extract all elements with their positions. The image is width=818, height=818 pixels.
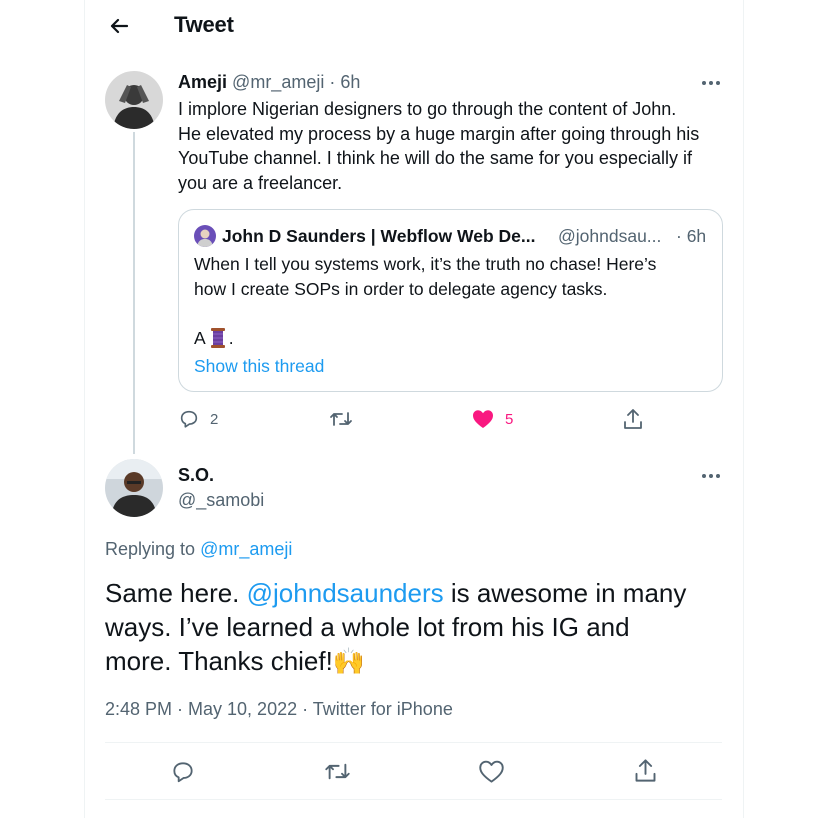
- retweet-button[interactable]: [324, 759, 351, 784]
- author-name[interactable]: Ameji: [178, 72, 227, 92]
- more-icon: [702, 474, 706, 478]
- reply-count: 2: [210, 410, 219, 428]
- tweet-timestamp[interactable]: 2:48 PM · May 10, 2022 · Twitter for iPh…: [105, 699, 453, 720]
- quote-text-line: When I tell you systems work, it’s the t…: [194, 254, 657, 274]
- tweet-line: you are a freelancer.: [178, 172, 343, 193]
- like-icon: [479, 760, 504, 783]
- avatar-photo: [105, 71, 163, 129]
- quote-header: John D Saunders | Webflow Web De...: [222, 226, 535, 247]
- share-button[interactable]: [633, 757, 658, 784]
- reply-icon: [180, 410, 198, 428]
- share-button[interactable]: [622, 407, 644, 431]
- quote-text-line: A .: [194, 327, 234, 349]
- quote-author-name: John D Saunders | Webflow Web De...: [222, 226, 536, 246]
- share-icon: [624, 409, 642, 429]
- tweet-line: Same here. @johndsaunders is awesome in …: [105, 576, 725, 610]
- author-name[interactable]: S.O.: [178, 465, 214, 486]
- parent-tweet-header: Ameji @mr_ameji · 6h: [178, 72, 360, 93]
- tweet-text-segment: is awesome in many: [450, 578, 687, 608]
- divider: [105, 742, 722, 743]
- avatar[interactable]: [105, 459, 163, 517]
- like-icon: [473, 410, 493, 428]
- replying-label: Replying to: [105, 539, 196, 559]
- tweet-text-segment: more. Thanks chief!: [105, 646, 333, 676]
- avatar[interactable]: [105, 71, 163, 129]
- retweet-icon: [330, 412, 352, 426]
- author-handle[interactable]: @mr_ameji: [232, 72, 324, 92]
- back-button[interactable]: [105, 12, 133, 40]
- author-handle[interactable]: @_samobi: [178, 490, 264, 511]
- like-button[interactable]: 5: [471, 408, 513, 430]
- tweet-line: I implore Nigerian designers to go throu…: [178, 99, 677, 119]
- reply-button[interactable]: 2: [178, 408, 218, 430]
- tweet-line: more. Thanks chief!🙌: [105, 644, 725, 678]
- parent-tweet-text: I implore Nigerian designers to go throu…: [178, 97, 738, 195]
- tweet-line: ways. I’ve learned a whole lot from his …: [105, 612, 630, 642]
- quote-time: · 6h: [676, 226, 707, 246]
- reply-button[interactable]: [170, 759, 196, 785]
- mention-link[interactable]: @johndsaunders: [247, 578, 444, 608]
- header: Tweet: [85, 0, 743, 52]
- page-title: Tweet: [174, 12, 234, 37]
- more-button[interactable]: [699, 71, 723, 95]
- divider: [105, 799, 722, 800]
- replying-handle-link[interactable]: @mr_ameji: [200, 539, 292, 559]
- quoted-tweet-card[interactable]: John D Saunders | Webflow Web De... @joh…: [178, 209, 723, 392]
- thread-connector: [133, 132, 135, 454]
- more-button[interactable]: [699, 464, 723, 488]
- tweet-time[interactable]: · 6h: [329, 72, 360, 92]
- spool-emoji: [210, 328, 225, 348]
- quote-text-a: A: [194, 327, 206, 348]
- back-arrow-icon: [110, 18, 129, 34]
- reply-icon: [173, 762, 193, 783]
- retweet-button[interactable]: [329, 408, 353, 430]
- tweet-text-segment: Same here.: [105, 578, 240, 608]
- like-button[interactable]: [478, 759, 505, 784]
- quote-text-b: .: [228, 327, 234, 348]
- replying-to: Replying to @mr_ameji: [105, 539, 292, 560]
- retweet-icon: [325, 763, 350, 780]
- quote-text-line: how I create SOPs in order to delegate a…: [194, 279, 608, 299]
- like-count: 5: [505, 410, 514, 428]
- quote-author-handle: @johndsau...: [558, 226, 662, 246]
- share-icon: [635, 759, 656, 782]
- show-thread-link[interactable]: Show this thread: [194, 356, 324, 377]
- avatar-photo: [105, 459, 163, 517]
- raising-hands-emoji: 🙌: [332, 646, 366, 676]
- more-icon: [702, 81, 706, 85]
- tweet-line: He elevated my process by a huge margin …: [178, 123, 700, 144]
- quote-avatar: [194, 225, 216, 247]
- tweet-line: YouTube channel. I think he will do the …: [178, 148, 692, 168]
- main-tweet-text: Same here. @johndsaunders is awesome in …: [105, 576, 725, 678]
